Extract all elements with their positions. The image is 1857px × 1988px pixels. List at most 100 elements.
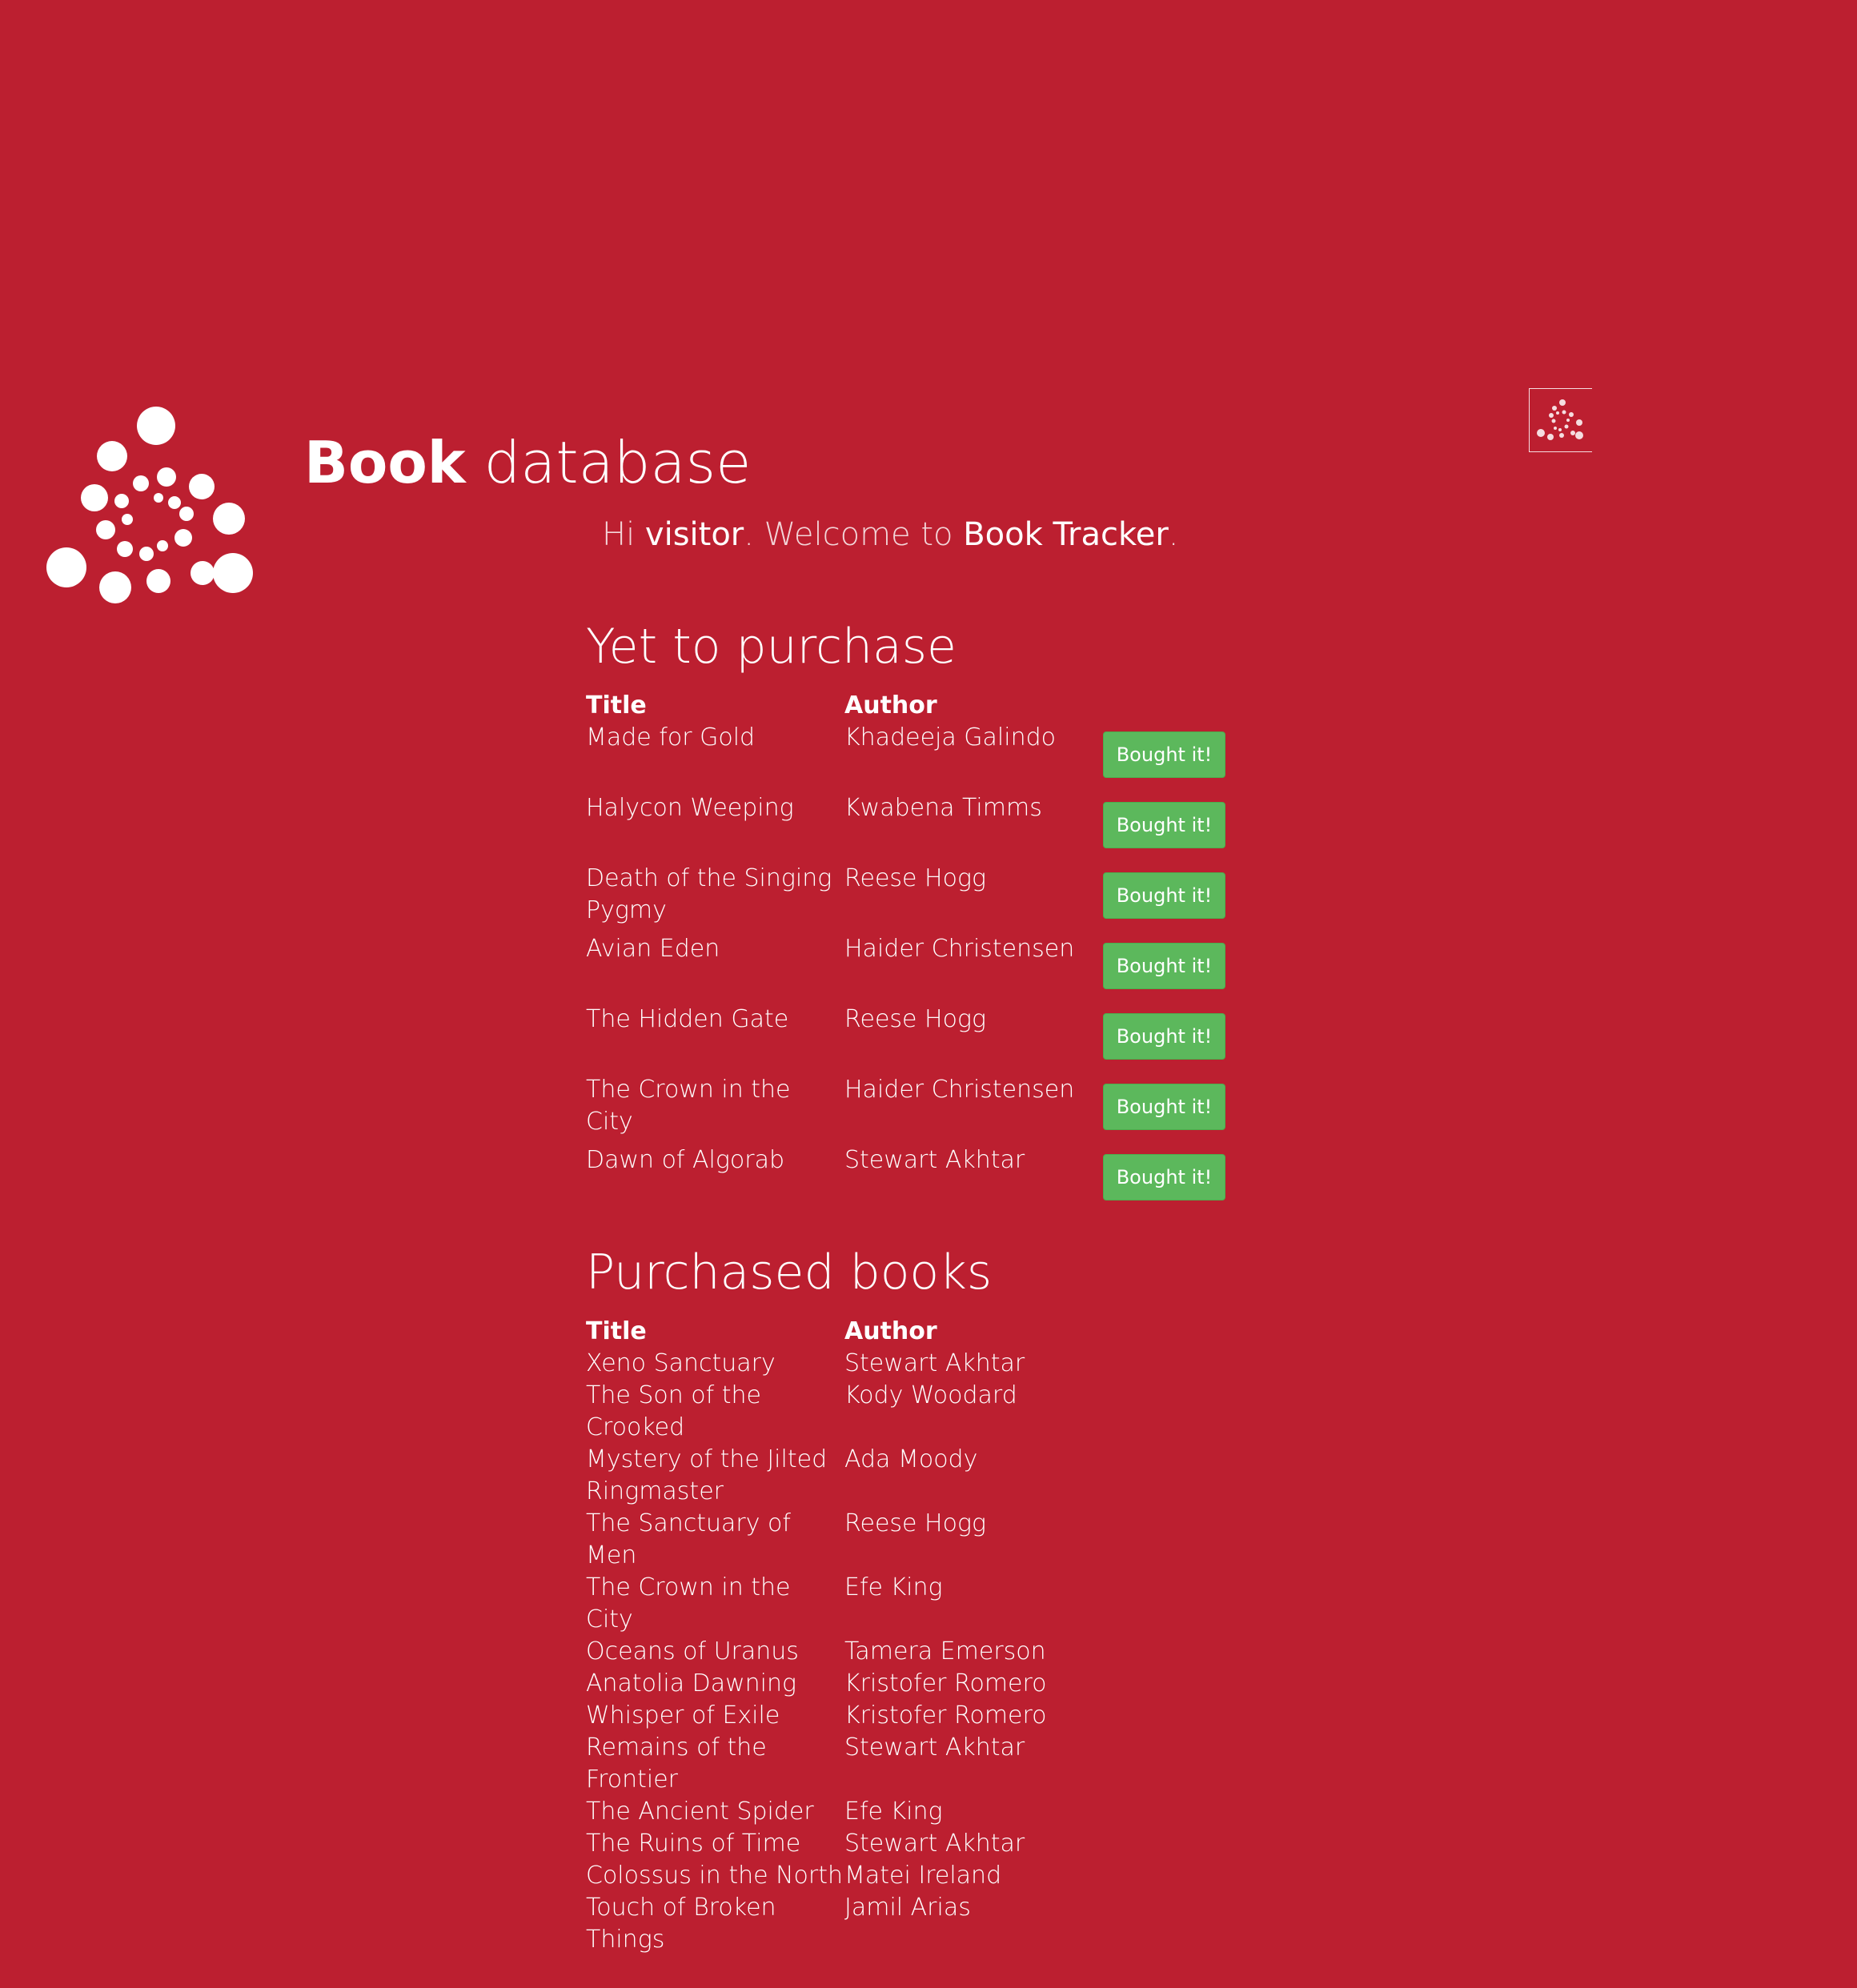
action-cell: Bought it!	[1103, 1144, 1225, 1215]
column-header-title: Title	[586, 1317, 647, 1345]
book-title: Touch of Broken Things	[586, 1894, 776, 1954]
book-title: Mystery of the Jilted Ringmaster	[586, 1445, 828, 1505]
action-cell: Bought it!	[1103, 1074, 1225, 1144]
book-author: Jamil Arias	[844, 1894, 971, 1922]
book-title: The Sanctuary of Men	[586, 1509, 791, 1569]
table-row: Xeno Sanctuary Stewart Akhtar	[586, 1348, 1103, 1380]
table-header-row: Title Author	[586, 690, 1225, 722]
book-title: Death of the Singing Pygmy	[586, 864, 832, 924]
table-row: Made for Gold Khadeeja Galindo Bought it!	[586, 722, 1225, 792]
table-row: Halycon Weeping Kwabena Timms Bought it!	[586, 792, 1225, 863]
purchased-books-heading: Purchased books	[586, 1245, 993, 1301]
table-row: The Hidden Gate Reese Hogg Bought it!	[586, 1004, 1225, 1074]
book-author: Kody Woodard	[844, 1381, 1017, 1409]
welcome-app-name: Book Tracker	[963, 516, 1169, 553]
book-title: The Ancient Spider	[586, 1798, 814, 1826]
table-row: Remains of the Frontier Stewart Akhtar	[586, 1732, 1103, 1796]
table-row: Touch of Broken Things Jamil Arias	[586, 1892, 1103, 1956]
book-title: Colossus in the North	[586, 1862, 843, 1890]
column-header-title: Title	[586, 691, 647, 719]
table-header-row: Title Author	[586, 1316, 1103, 1348]
bought-it-button[interactable]: Bought it!	[1103, 1013, 1225, 1060]
column-header-author: Author	[844, 691, 937, 719]
bought-it-button[interactable]: Bought it!	[1103, 731, 1225, 778]
book-author: Stewart Akhtar	[844, 1733, 1025, 1762]
welcome-middle: . Welcome to	[744, 516, 964, 553]
book-author: Efe King	[844, 1798, 943, 1826]
book-title: Avian Eden	[586, 935, 720, 963]
logo-dots-icon	[46, 407, 253, 603]
bought-it-button[interactable]: Bought it!	[1103, 1084, 1225, 1130]
book-title: Oceans of Uranus	[586, 1637, 799, 1665]
book-title: Remains of the Frontier	[586, 1733, 767, 1794]
table-row: Anatolia Dawning Kristofer Romero	[586, 1668, 1103, 1700]
table-row: Mystery of the Jilted Ringmaster Ada Mood…	[586, 1444, 1103, 1508]
action-cell: Bought it!	[1103, 1004, 1225, 1074]
yet-to-purchase-rows: Made for Gold Khadeeja Galindo Bought it! H…	[586, 722, 1225, 1215]
page-title-bold: Book	[304, 429, 466, 496]
action-cell: Bought it!	[1103, 863, 1225, 933]
table-row: The Crown in the City Efe King	[586, 1572, 1103, 1636]
table-row: The Ruins of Time Stewart Akhtar	[586, 1828, 1103, 1860]
purchased-books-rows: Xeno Sanctuary Stewart Akhtar The Son of t…	[586, 1348, 1103, 1956]
book-title: The Crown in the City	[586, 1076, 791, 1136]
book-author: Stewart Akhtar	[844, 1349, 1025, 1377]
yet-to-purchase-heading: Yet to purchase	[586, 619, 957, 675]
book-author: Khadeeja Galindo	[844, 723, 1056, 752]
table-row: Avian Eden Haider Christensen Bought it!	[586, 933, 1225, 1004]
table-row: Dawn of Algorab Stewart Akhtar Bought it!	[586, 1144, 1225, 1215]
action-cell: Bought it!	[1103, 933, 1225, 1004]
small-logo-icon	[1529, 388, 1592, 452]
book-title: The Son of the Crooked	[586, 1381, 761, 1441]
bought-it-button[interactable]: Bought it!	[1103, 1154, 1225, 1200]
book-author: Kristofer Romero	[844, 1701, 1047, 1729]
book-title: Made for Gold	[586, 723, 756, 752]
table-row: The Ancient Spider Efe King	[586, 1796, 1103, 1828]
book-title: The Ruins of Time	[586, 1830, 801, 1858]
welcome-username: visitor	[644, 516, 744, 553]
table-row: Whisper of Exile Kristofer Romero	[586, 1700, 1103, 1732]
book-title: The Crown in the City	[586, 1573, 791, 1633]
action-cell: Bought it!	[1103, 792, 1225, 863]
small-logo-dots-icon	[1537, 399, 1583, 440]
book-author: Haider Christensen	[844, 1076, 1075, 1104]
book-author: Reese Hogg	[844, 1509, 986, 1537]
book-author: Reese Hogg	[844, 1005, 986, 1033]
welcome-prefix: Hi	[602, 516, 645, 553]
page-title-rest: database	[465, 429, 752, 496]
book-title: Anatolia Dawning	[586, 1669, 797, 1697]
bought-it-button[interactable]: Bought it!	[1103, 872, 1225, 919]
page: Book database Hi visitor. Welcome to Boo…	[0, 0, 1857, 1988]
column-header-action	[1103, 690, 1225, 722]
book-title: The Hidden Gate	[586, 1005, 789, 1033]
yet-to-purchase-table: Title Author Made for Gold Khadeeja Galin…	[586, 690, 1225, 1215]
bought-it-button[interactable]: Bought it!	[1103, 943, 1225, 989]
book-title: Xeno Sanctuary	[586, 1349, 776, 1377]
book-author: Ada Moody	[844, 1445, 978, 1473]
page-title: Book database	[304, 428, 751, 497]
book-author: Stewart Akhtar	[844, 1830, 1025, 1858]
book-author: Tamera Emerson	[844, 1637, 1046, 1665]
book-title: Whisper of Exile	[586, 1701, 780, 1729]
book-title: Dawn of Algorab	[586, 1146, 784, 1174]
table-row: The Crown in the City Haider Christensen B…	[586, 1074, 1225, 1144]
table-row: Oceans of Uranus Tamera Emerson	[586, 1636, 1103, 1668]
book-author: Kwabena Timms	[844, 794, 1042, 822]
bought-it-button[interactable]: Bought it!	[1103, 802, 1225, 848]
book-author: Matei Ireland	[844, 1862, 1002, 1890]
action-cell: Bought it!	[1103, 722, 1225, 792]
table-row: Colossus in the North Matei Ireland	[586, 1860, 1103, 1892]
table-row: The Son of the Crooked Kody Woodard	[586, 1380, 1103, 1444]
book-author: Kristofer Romero	[844, 1669, 1047, 1697]
table-row: The Sanctuary of Men Reese Hogg	[586, 1508, 1103, 1572]
book-author: Haider Christensen	[844, 935, 1075, 963]
book-author: Stewart Akhtar	[844, 1146, 1025, 1174]
book-author: Efe King	[844, 1573, 943, 1601]
purchased-books-table: Title Author Xeno Sanctuary Stewart Akhta…	[586, 1316, 1103, 1956]
book-title: Halycon Weeping	[586, 794, 794, 822]
welcome-suffix: .	[1168, 516, 1179, 553]
welcome-message: Hi visitor. Welcome to Book Tracker.	[602, 512, 1179, 557]
column-header-author: Author	[844, 1317, 937, 1345]
table-row: Death of the Singing Pygmy Reese Hogg Boug…	[586, 863, 1225, 933]
book-author: Reese Hogg	[844, 864, 986, 892]
